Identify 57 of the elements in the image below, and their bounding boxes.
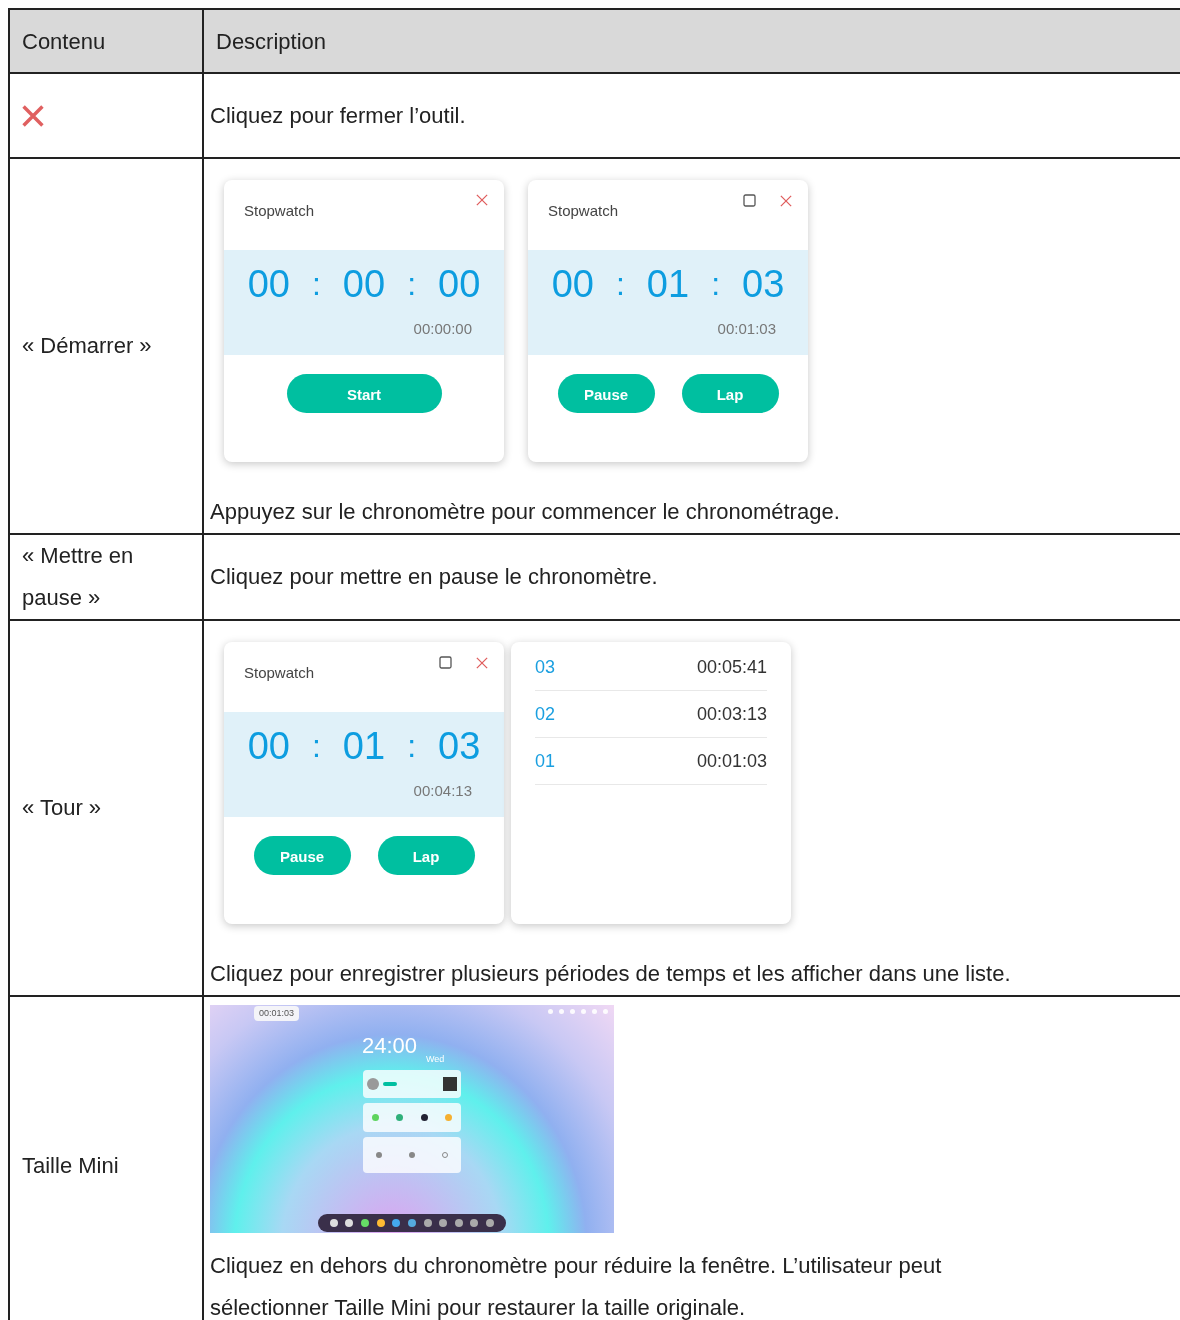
action-button[interactable]: Lap [681,374,779,413]
separator: : [311,726,321,766]
description-text: Cliquez pour enregistrer plusieurs périodes de temps et les afficher dans une liste. [210,960,1012,988]
tools-widget[interactable] [363,1137,461,1173]
column-header: Description [204,10,1180,74]
description-text: Cliquez pour mettre en pause le chronomètre. [210,563,659,591]
dock-bar[interactable] [318,1214,506,1232]
window-title: Stopwatch [244,663,315,683]
action-button[interactable]: Start [286,374,442,413]
close-icon[interactable] [780,194,792,207]
description-text: Cliquez en dehors du chronomètre pour réduire la fenêtre. L’utilisateur peut sélectionner Taille Mini pour restaurer la taille originale. [210,1252,943,1320]
action-button[interactable]: Pause [253,836,351,875]
apps-widget[interactable] [363,1103,461,1132]
table-cell-text: « Tour » [22,794,102,822]
minutes-digits: 00 [342,261,386,306]
clock-day: Wed [426,1038,445,1080]
description-text: Cliquez pour fermer l’outil. [210,101,467,130]
close-icon[interactable] [476,656,488,669]
action-button[interactable]: Pause [557,374,655,413]
lap-number: 01 [535,750,556,773]
hours-digits: 00 [247,723,290,768]
elapsed-time: 00:00:00 [413,318,473,339]
separator: : [407,264,417,304]
timer-badge[interactable]: 00:01:03 [254,1006,300,1021]
hours-digits: 00 [247,261,290,306]
window-title: Stopwatch [244,201,315,221]
elapsed-time: 00:01:03 [717,318,777,339]
minutes-digits: 01 [646,261,690,306]
lap-time: 00:05:41 [696,656,767,679]
minutes-digits: 01 [342,723,386,768]
lap-time: 00:01:03 [696,750,767,773]
table-cell-text: « Mettre en pause » [22,542,135,612]
seconds-digits: 03 [742,261,785,306]
close-icon[interactable] [476,194,488,206]
separator: : [407,726,417,766]
lap-time: 00:03:13 [696,703,767,726]
status-icons-drawing [548,1009,608,1014]
seconds-digits: 03 [438,723,481,768]
separator: : [311,264,321,304]
maximize-icon[interactable] [439,656,452,669]
seconds-digits: 00 [438,261,481,306]
column-header: Contenu [10,10,204,74]
lap-number: 03 [535,656,556,679]
table-cell-text: « Démarrer » [22,332,152,360]
hours-digits: 00 [551,261,594,306]
lap-number: 02 [535,703,556,726]
clock-time: 24:00 [362,1033,418,1059]
action-button[interactable]: Lap [377,836,475,875]
elapsed-time: 00:04:13 [413,780,473,801]
close-icon [22,104,44,127]
maximize-icon[interactable] [743,194,756,207]
table-cell-text: Taille Mini [22,1152,119,1180]
description-text: Appuyez sur le chronomètre pour commencer le chronométrage. [210,498,841,526]
account-widget[interactable] [363,1070,461,1098]
separator: : [711,264,721,304]
separator: : [615,264,625,304]
window-title: Stopwatch [548,201,619,221]
